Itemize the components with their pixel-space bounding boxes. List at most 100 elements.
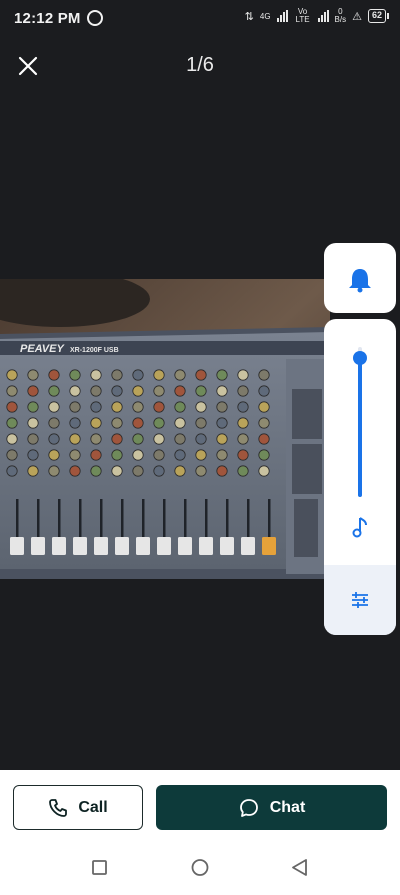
mixer-knob [27, 449, 39, 461]
status-indicators: ⇅ 4G Vo LTE 0 B/s ⚠ 62 [245, 7, 390, 24]
volume-panel [324, 319, 396, 635]
mixer-knob [90, 433, 102, 445]
mixer-knob [258, 449, 270, 461]
mixer-knob [237, 385, 249, 397]
mixer-knob [6, 417, 18, 429]
mixer-knob [27, 417, 39, 429]
fader-cap [31, 537, 45, 555]
mixer-knob [258, 433, 270, 445]
mixer-knob [237, 433, 249, 445]
fader-cap [73, 537, 87, 555]
mixer-knob [48, 369, 60, 381]
mixer-knob [153, 401, 165, 413]
mixer-knob [111, 401, 123, 413]
mixer-knob [132, 401, 144, 413]
mixer-knob [195, 433, 207, 445]
mixer-knob [48, 417, 60, 429]
mixer-knob [90, 417, 102, 429]
mixer-knob [216, 433, 228, 445]
mixer-knob [153, 465, 165, 477]
ringer-mode-button[interactable] [324, 243, 396, 313]
mixer-knob [174, 417, 186, 429]
mixer-knob [132, 417, 144, 429]
mixer-knob [258, 465, 270, 477]
mixer-knob [27, 385, 39, 397]
mixer-knob [132, 433, 144, 445]
mixer-knob [69, 449, 81, 461]
mixer-knob [153, 433, 165, 445]
mixer-knob [69, 369, 81, 381]
mixer-knob [27, 433, 39, 445]
model-text: XR-1200F USB [70, 347, 119, 354]
mixer-knob [27, 465, 39, 477]
bottom-action-bar: Call Chat [0, 770, 400, 895]
mixer-knob [237, 417, 249, 429]
volume-thumb[interactable] [353, 350, 367, 365]
bell-icon [349, 269, 371, 293]
square-icon[interactable] [92, 860, 107, 875]
mixer-knob [195, 449, 207, 461]
call-button[interactable]: Call [13, 785, 143, 830]
listing-photo[interactable]: PEAVEY XR-1200F USB [0, 279, 330, 579]
volume-slider[interactable] [358, 347, 362, 497]
mixer-knob [195, 401, 207, 413]
volume-fill [358, 357, 362, 497]
status-bar: 12:12 PM ⇅ 4G Vo LTE 0 B/s ⚠ 62 [0, 0, 400, 36]
mixer-knob [174, 385, 186, 397]
mixer-knob [237, 449, 249, 461]
mixer-knob [6, 465, 18, 477]
mixer-knob [111, 433, 123, 445]
mixer-knob [111, 465, 123, 477]
triangle-back-icon[interactable] [292, 859, 307, 876]
phone-icon [49, 798, 68, 817]
fader-cap [52, 537, 66, 555]
mixer-knob [237, 465, 249, 477]
mixer-knob [69, 433, 81, 445]
mixer-knob [132, 385, 144, 397]
mixer-knob [237, 401, 249, 413]
image-counter: 1/6 [186, 54, 214, 76]
fader-cap [262, 537, 276, 555]
viewer-header: 1/6 [0, 48, 400, 84]
mixer-image: PEAVEY XR-1200F USB [0, 279, 330, 579]
circle-icon[interactable] [191, 859, 209, 876]
mixer-knob [132, 369, 144, 381]
mixer-knob [153, 417, 165, 429]
mixer-knob [90, 401, 102, 413]
mixer-knob [174, 449, 186, 461]
fader-cap [136, 537, 150, 555]
fader-cap [157, 537, 171, 555]
fader-cap [115, 537, 129, 555]
mixer-knob [258, 385, 270, 397]
chat-bubble-icon [239, 798, 258, 817]
battery-indicator: 62 [367, 9, 390, 23]
mixer-knob [174, 465, 186, 477]
mixer-knob [237, 369, 249, 381]
chat-label: Chat [269, 798, 306, 816]
mixer-knob [90, 369, 102, 381]
brand-text: PEAVEY [20, 343, 65, 355]
mixer-knob [6, 401, 18, 413]
mixer-knob [90, 449, 102, 461]
mixer-knob [216, 465, 228, 477]
mixer-knob [111, 385, 123, 397]
chat-button[interactable]: Chat [156, 785, 387, 830]
mixer-knob [48, 385, 60, 397]
mixer-knob [48, 433, 60, 445]
mixer-knob [258, 369, 270, 381]
mixer-knob [111, 369, 123, 381]
sound-settings-button[interactable] [324, 565, 396, 635]
mixer-knob [174, 369, 186, 381]
mixer-knob [69, 465, 81, 477]
mixer-knob [48, 401, 60, 413]
mixer-knob [216, 449, 228, 461]
mixer-knob [69, 401, 81, 413]
fader-cap [178, 537, 192, 555]
mixer-knob [6, 369, 18, 381]
volte-badge: Vo LTE [295, 7, 310, 24]
system-nav-bar [0, 852, 400, 884]
mixer-knob [27, 401, 39, 413]
mixer-knob [258, 417, 270, 429]
mixer-knob [153, 449, 165, 461]
mixer-knob [216, 417, 228, 429]
